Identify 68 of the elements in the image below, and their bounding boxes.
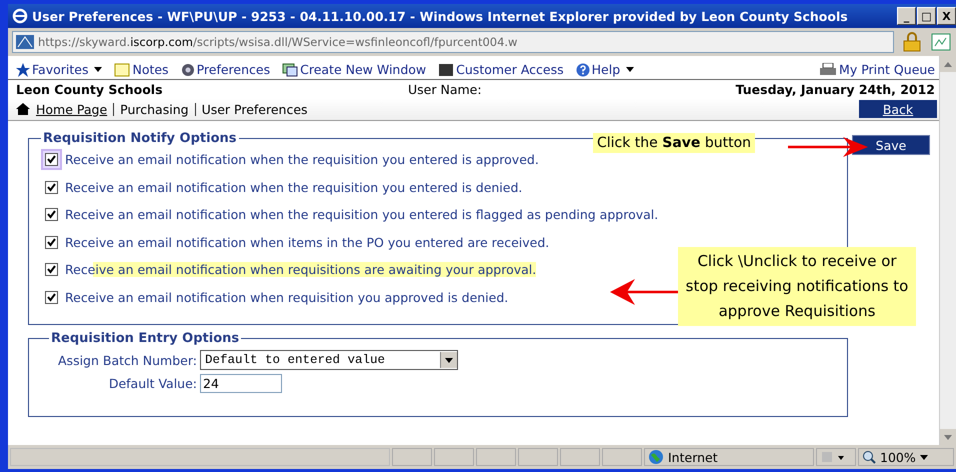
option-label: Receive an email notification when requisitions are awaiting your approval. <box>65 262 536 278</box>
checkbox[interactable] <box>45 208 58 222</box>
toolbar-menu-item[interactable]: Preferences <box>180 62 270 77</box>
protected-mode-icon[interactable] <box>820 450 846 464</box>
scroll-down-icon[interactable] <box>944 434 952 440</box>
print-queue-link[interactable]: My Print Queue <box>819 62 935 77</box>
site-logo-icon <box>16 35 34 49</box>
compatibility-icon[interactable] <box>930 32 952 52</box>
status-bar-pane <box>602 448 642 466</box>
callout-note: Click the Save button <box>593 133 756 153</box>
note-icon <box>114 62 130 76</box>
help-icon <box>576 62 590 76</box>
status-bar-pane <box>476 448 516 466</box>
user-name-label: User Name: <box>408 82 483 97</box>
callout-arrow <box>610 279 678 305</box>
window-control-button[interactable]: _ <box>897 7 916 25</box>
toolbar-menu-item[interactable]: Favorites <box>16 62 102 77</box>
checkbox[interactable] <box>45 180 58 194</box>
option-label: Receive an email notification when items in the PO you entered are received. <box>65 234 550 250</box>
window-control-button[interactable]: □ <box>917 7 936 25</box>
field-label: Assign Batch Number: <box>57 352 197 368</box>
toolbar-menu-item[interactable]: Create New Window <box>282 62 426 77</box>
checkbox[interactable] <box>45 263 58 276</box>
window-title: User Preferences - WF\PU\UP - 9253 - 04.11.10.00.17 - Windows Internet Explorer provided by Leon County Schools <box>32 8 849 24</box>
option-label: Receive an email notification when the requisition you entered is flagged as pending approval. <box>65 207 658 222</box>
caret-icon <box>445 358 453 362</box>
status-bar-pane <box>518 448 558 466</box>
field-label: Default Value: <box>108 376 197 391</box>
option-label: Receive an email notification when requisition you approved is denied. <box>65 290 508 305</box>
vertical-scrollbar[interactable] <box>939 56 956 445</box>
checkbox[interactable] <box>45 290 58 304</box>
home-icon <box>16 103 30 115</box>
option-label: Receive an email notification when the requisition you entered is approved. <box>65 152 539 168</box>
scroll-up-icon[interactable] <box>944 62 952 66</box>
default-value-input[interactable]: 24 <box>200 374 282 393</box>
toolbar-menu-item[interactable]: Help <box>576 62 634 77</box>
breadcrumb-item: User Preferences <box>202 102 308 116</box>
status-bar-pane <box>560 448 600 466</box>
zoom-level[interactable]: 100% <box>858 448 954 466</box>
security-zone: Internet <box>644 448 814 466</box>
checkbox[interactable] <box>45 153 58 166</box>
status-bar-pane <box>434 448 474 466</box>
option-label: Receive an email notification when the requisition you entered is denied. <box>65 180 522 195</box>
window-control-button[interactable]: X <box>937 7 956 25</box>
callout-note: Click \Unclick to receive or stop receiving notifications to approve Requisitions <box>678 247 916 326</box>
monitor-icon <box>438 62 454 76</box>
section-title: Requisition Notify Options <box>42 131 238 146</box>
caret-icon <box>920 454 928 460</box>
save-button[interactable]: Save <box>852 135 930 155</box>
toolbar-menu-item[interactable]: Notes <box>114 62 169 77</box>
checkbox[interactable] <box>45 236 58 249</box>
organization-name: Leon County Schools <box>16 82 164 97</box>
batch-number-dropdown[interactable]: Default to entered value <box>200 350 458 370</box>
globe-icon <box>648 449 664 465</box>
browser-logo-icon <box>12 8 28 24</box>
star-icon <box>16 62 30 76</box>
breadcrumb-link[interactable]: Home Page <box>36 102 108 116</box>
gear-icon <box>180 62 195 76</box>
breadcrumb-item: Purchasing <box>120 102 189 116</box>
printer-icon <box>819 62 838 76</box>
magnifier-icon <box>862 450 876 464</box>
status-bar-pane <box>392 448 432 466</box>
address-field[interactable]: https://skyward.iscorp.com/scripts/wsisa.dll/WService=wsfinleoncofl/fpurcent004.w <box>12 31 894 53</box>
section-title: Requisition Entry Options <box>50 331 240 346</box>
back-button[interactable]: Back <box>859 100 937 118</box>
windows-icon <box>282 62 298 76</box>
toolbar-menu-item[interactable]: Customer Access <box>438 62 564 77</box>
current-date: Tuesday, January 24th, 2012 <box>736 82 935 97</box>
